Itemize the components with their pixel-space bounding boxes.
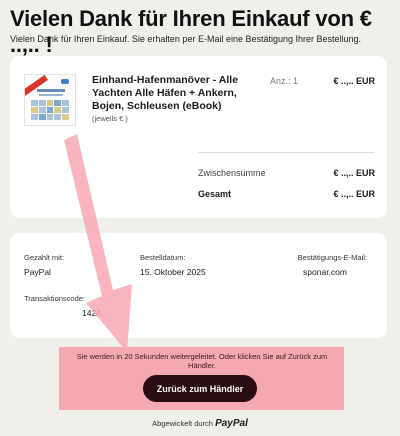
order-summary-card: Einhand-Hafenmanöver - Alle Yachten Alle… bbox=[10, 56, 387, 218]
cover-logo bbox=[61, 79, 69, 84]
transaction-code-value: 142A bbox=[82, 308, 102, 318]
product-title: Einhand-Hafenmanöver - Alle Yachten Alle… bbox=[92, 74, 239, 112]
total-label: Gesamt bbox=[198, 189, 232, 199]
summary-divider bbox=[198, 152, 374, 153]
subtotal-value: € ..,.. EUR bbox=[333, 168, 375, 178]
redirect-notice: Sie werden in 20 Sekunden weitergeleitet… bbox=[59, 347, 344, 410]
cover-illustration-grid bbox=[31, 100, 69, 120]
confirmation-email-label: Bestätigungs-E-Mail: bbox=[297, 253, 367, 262]
powered-by: Abgewickelt durch PayPal bbox=[0, 418, 400, 429]
order-date-label: Bestelldatum: bbox=[140, 253, 186, 262]
payment-info-card: Gezahlt mit: PayPal Bestelldatum: 15. Ok… bbox=[10, 233, 387, 338]
cover-subtitle-bar bbox=[39, 94, 63, 96]
confirmation-email-value: sponar.com bbox=[303, 267, 347, 277]
powered-by-text: Abgewickelt durch bbox=[152, 419, 213, 428]
page-title: Vielen Dank für Ihren Einkauf von € ..,.… bbox=[10, 6, 372, 57]
page-subtitle: Vielen Dank für Ihren Einkauf. Sie erhal… bbox=[10, 34, 362, 44]
return-to-merchant-button[interactable]: Zurück zum Händler bbox=[143, 375, 257, 402]
redirect-message: Sie werden in 20 Sekunden weitergeleitet… bbox=[76, 352, 328, 370]
paid-with-label: Gezahlt mit: bbox=[24, 253, 65, 262]
transaction-code-label: Transaktionscode: bbox=[24, 294, 86, 303]
cover-title-bar bbox=[37, 89, 65, 92]
product-quantity: Anz.: 1 bbox=[270, 76, 299, 86]
paid-with-value: PayPal bbox=[24, 267, 51, 277]
subtotal-label: Zwischensumme bbox=[198, 168, 266, 178]
paypal-logo: PayPal bbox=[215, 418, 248, 429]
product-unit-price: (jeweils € ) bbox=[92, 114, 128, 123]
ebook-cover-image bbox=[24, 74, 76, 126]
product-price: € ..,.. EUR bbox=[333, 76, 375, 86]
total-value: € ..,.. EUR bbox=[333, 189, 375, 199]
order-date-value: 15. Oktober 2025 bbox=[140, 267, 206, 277]
